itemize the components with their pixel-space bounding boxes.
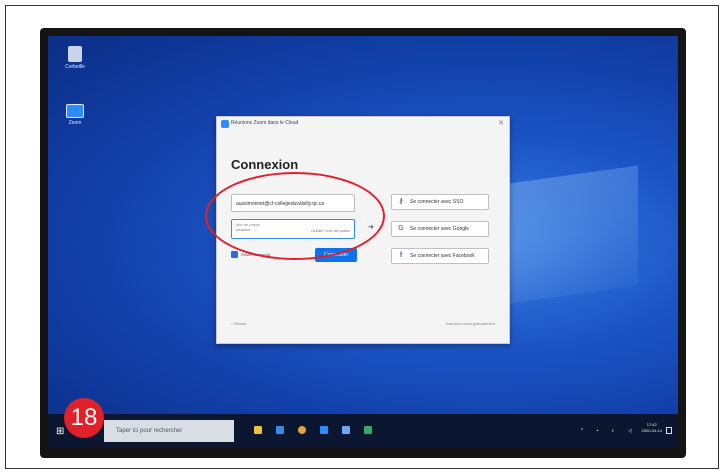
system-tray-icons[interactable]: ^ ▪ ◐ ◁ [581, 428, 638, 434]
chrome-icon[interactable] [298, 426, 306, 434]
excel-icon[interactable] [364, 426, 372, 434]
taskbar-search-input[interactable]: Taper ici pour rechercher [104, 420, 234, 442]
zoom-app-icon [221, 120, 229, 128]
close-icon[interactable]: ✕ [498, 119, 504, 127]
dialog-titlebar: Réunions Zoom dans le Cloud ✕ [217, 117, 509, 131]
google-login-button[interactable]: G Se connecter avec Google [391, 221, 489, 237]
taskbar-clock[interactable]: 17:42 2020-04-14 [642, 422, 662, 434]
google-label: Se connecter avec Google [410, 226, 469, 232]
dialog-title: Réunions Zoom dans le Cloud [231, 120, 299, 126]
signup-link[interactable]: Inscrivez-vous gratuitement [446, 321, 495, 326]
google-icon: G [398, 225, 404, 232]
desktop-icon-recycle-bin[interactable]: Corbeille [64, 46, 86, 70]
step-number-badge: 18 [64, 398, 104, 438]
zoom-taskbar-icon[interactable] [320, 426, 328, 434]
desktop-icon-zoom[interactable]: Zoom [64, 104, 86, 126]
annotation-highlight-ellipse [205, 172, 385, 260]
facebook-icon: f [399, 252, 403, 259]
back-link[interactable]: < Retour [231, 321, 246, 326]
edge-icon[interactable] [276, 426, 284, 434]
teams-icon[interactable] [342, 426, 350, 434]
windows-start-icon[interactable]: ⊞ [56, 426, 64, 437]
facebook-label: Se connecter avec Facebook [410, 253, 475, 259]
notification-icon[interactable] [666, 427, 672, 434]
zoom-icon [66, 104, 84, 118]
recycle-bin-icon [68, 46, 82, 62]
sso-login-button[interactable]: ⚷ Se connecter avec SSO [391, 194, 489, 210]
key-icon: ⚷ [398, 198, 404, 205]
sso-label: Se connecter avec SSO [410, 199, 464, 205]
file-explorer-icon[interactable] [254, 426, 262, 434]
facebook-login-button[interactable]: f Se connecter avec Facebook [391, 248, 489, 264]
desktop-icon-label: Corbeille [65, 64, 85, 70]
taskbar: ⊞ Taper ici pour rechercher ^ ▪ ◐ ◁ 17:4… [48, 414, 678, 448]
remember-me-checkbox[interactable] [231, 251, 238, 258]
clock-date: 2020-04-14 [641, 428, 662, 433]
windows-logo-wallpaper [488, 165, 638, 307]
desktop-icon-label: Zoom [68, 120, 82, 126]
login-heading: Connexion [231, 157, 299, 172]
